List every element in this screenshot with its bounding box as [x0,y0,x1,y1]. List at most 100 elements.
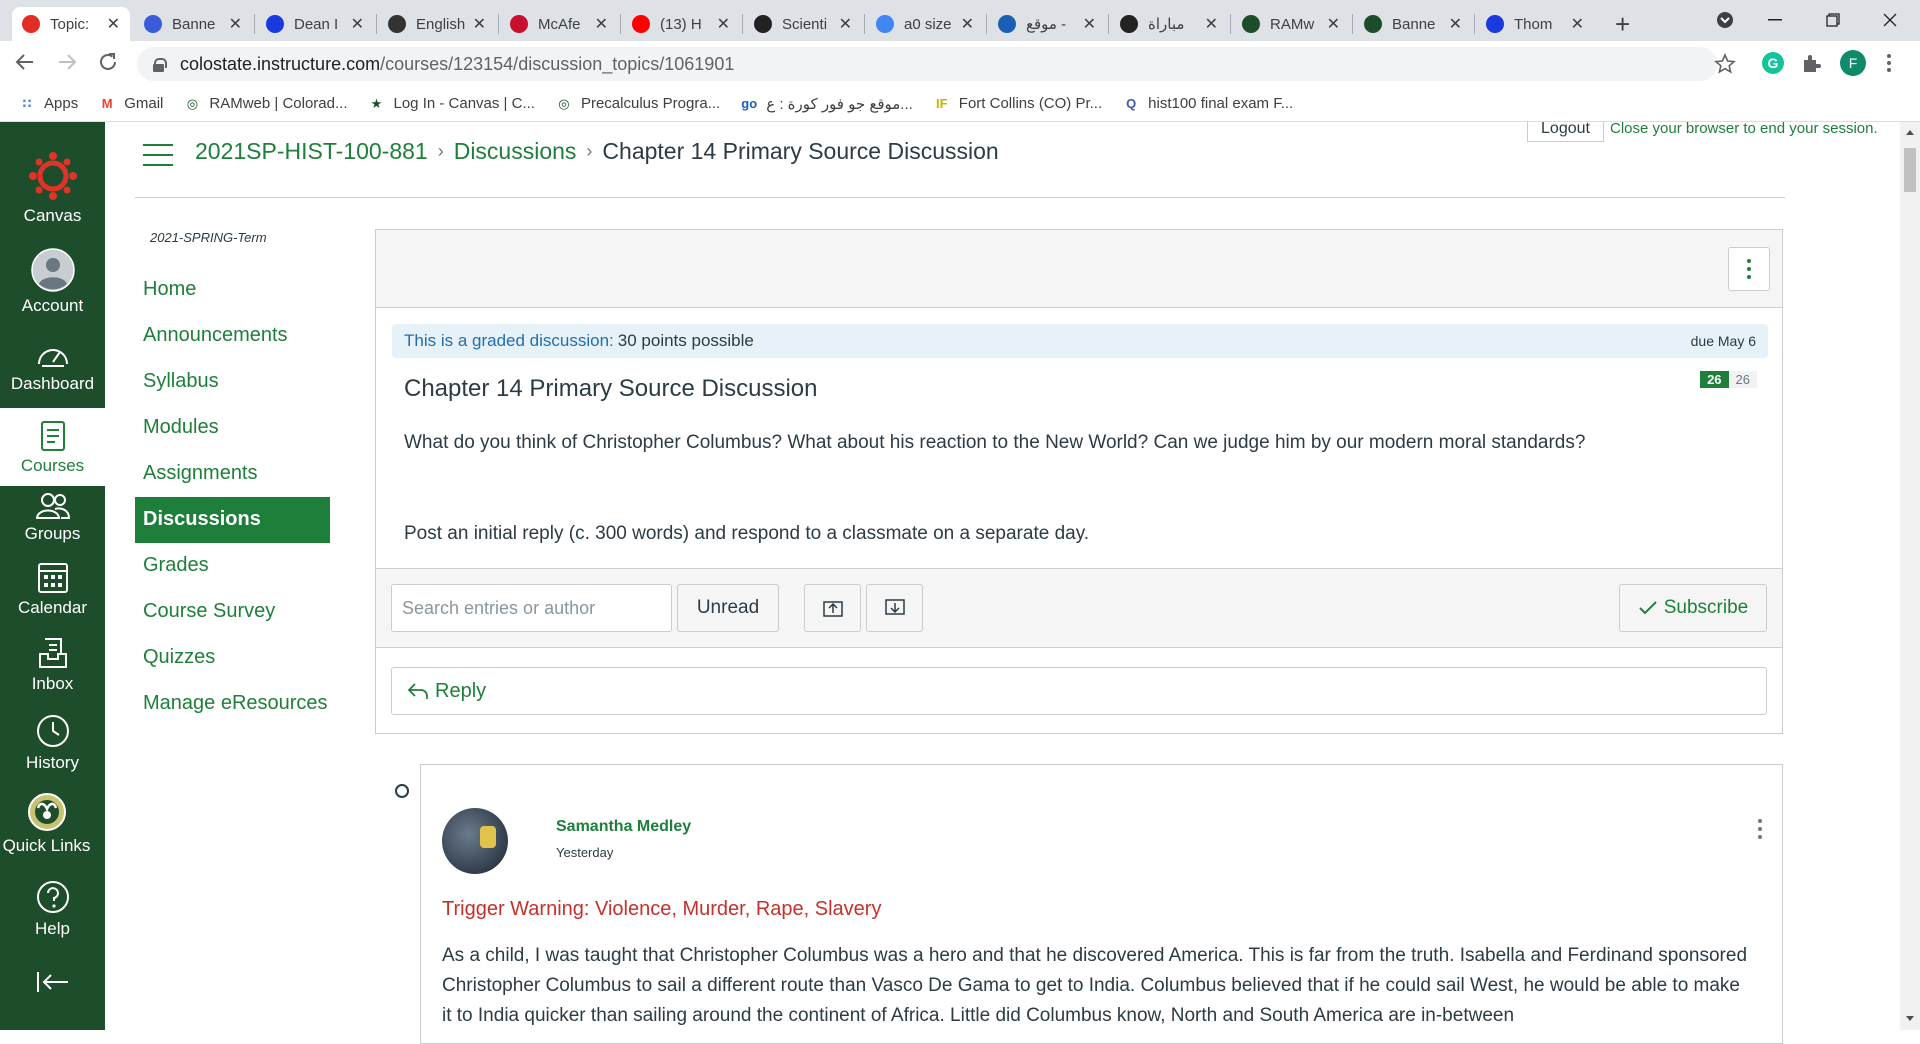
browser-tab[interactable]: Thom ✕ [1476,7,1594,41]
tab-close-icon[interactable]: ✕ [1083,14,1096,34]
forward-icon[interactable] [56,51,78,79]
scrollbar-thumb[interactable] [1904,148,1916,192]
tab-close-icon[interactable]: ✕ [595,14,608,34]
global-nav-inbox[interactable]: Inbox [0,636,105,694]
author-avatar[interactable] [442,808,508,874]
unread-badges: 26 26 [1700,371,1757,388]
global-nav-calendar[interactable]: Calendar [0,560,105,618]
subscribe-button[interactable]: Subscribe [1619,584,1767,632]
global-nav-history[interactable]: History [0,713,105,773]
inbox-label: Inbox [31,674,74,693]
browser-tab[interactable]: مباراة ✕ [1110,7,1228,41]
tab-close-icon[interactable]: ✕ [717,14,730,34]
tab-close-icon[interactable]: ✕ [961,14,974,34]
expand-replies-button[interactable] [866,584,923,632]
global-nav-dashboard[interactable]: Dashboard [0,342,105,394]
bookmark-item[interactable]: ◎ Precalculus Progra... [555,95,720,113]
discussion-title: Chapter 14 Primary Source Discussion [404,375,818,402]
tab-close-icon[interactable]: ✕ [1205,14,1218,34]
browser-tab[interactable]: Scienti ✕ [744,7,862,41]
browser-tab[interactable]: Banne ✕ [134,7,252,41]
browser-tab[interactable]: McAfe ✕ [500,7,618,41]
browser-menu-icon[interactable] [1886,53,1892,78]
dashboard-icon [37,349,68,367]
browser-tab[interactable]: RAMw ✕ [1232,7,1350,41]
entry-options-icon[interactable] [1758,817,1762,841]
reload-icon[interactable] [97,51,119,79]
breadcrumb-course-link[interactable]: 2021SP-HIST-100-881 [195,138,428,165]
tab-close-icon[interactable]: ✕ [473,14,486,34]
extensions-icon[interactable] [1800,52,1822,79]
global-nav-courses[interactable]: Courses [0,408,105,486]
entry-author[interactable]: Samantha Medley [556,818,691,836]
course-nav-quizzes[interactable]: Quizzes [135,635,330,681]
discussion-header [376,230,1782,308]
discussion-topic: This is a graded discussion: 30 points p… [375,229,1783,734]
grammarly-icon[interactable]: G [1762,52,1784,74]
collapse-nav-button[interactable] [0,970,105,998]
bookmark-item[interactable]: ◎ RAMweb | Colorad... [183,95,348,113]
course-nav-assignments[interactable]: Assignments [135,451,330,497]
scroll-down-icon[interactable] [1905,1015,1915,1023]
scroll-up-icon[interactable] [1905,128,1915,136]
bookmark-item[interactable]: IF Fort Collins (CO) Pr... [933,95,1102,113]
tab-search-icon[interactable] [1697,0,1753,40]
unread-filter-button[interactable]: Unread [677,584,779,632]
tab-favicon-icon [388,15,406,33]
collapse-replies-button[interactable] [804,584,861,632]
course-nav-discussions[interactable]: Discussions [135,497,330,543]
bookmark-star-icon[interactable] [1714,52,1736,80]
tab-close-icon[interactable]: ✕ [351,14,364,34]
bookmarks-bar: ∷ Apps M Gmail ◎ RAMweb | Colorad... ★ Log In -… [0,86,1920,122]
url-field[interactable]: colostate.instructure.com/courses/123154… [137,47,1717,81]
tab-title: Scienti [782,15,828,33]
global-nav-account[interactable]: Account [0,248,105,316]
tab-close-icon[interactable]: ✕ [1571,14,1584,34]
tab-close-icon[interactable]: ✕ [229,14,242,34]
global-nav-help[interactable]: Help [0,879,105,939]
canvas-logo-link[interactable]: Canvas [0,150,105,226]
lock-icon [153,57,167,72]
bookmark-item[interactable]: Qhist100 final exam F... [1122,95,1293,113]
course-nav-announcements[interactable]: Announcements [135,313,330,359]
browser-tab[interactable]: a0 size ✕ [866,7,984,41]
browser-tab[interactable]: English ✕ [378,7,496,41]
breadcrumb-discussions-link[interactable]: Discussions [454,138,577,165]
tab-favicon-icon [1486,15,1504,33]
browser-tab[interactable]: (13) H ✕ [622,7,740,41]
course-nav-home[interactable]: Home [135,267,330,313]
tab-close-icon[interactable]: ✕ [1327,14,1340,34]
course-nav-course-survey[interactable]: Course Survey [135,589,330,635]
browser-tab[interactable]: Topic: ✕ [12,7,130,41]
bookmark-item[interactable]: ∷ Apps [18,95,78,113]
restore-icon[interactable] [1805,0,1861,40]
minimize-icon[interactable] [1747,0,1803,40]
tab-close-icon[interactable]: ✕ [839,14,852,34]
global-nav-groups[interactable]: Groups [0,492,105,544]
browser-tab[interactable]: Banne ✕ [1354,7,1472,41]
browser-tab[interactable]: موقع - ✕ [988,7,1106,41]
tab-close-icon[interactable]: ✕ [107,14,120,34]
course-nav-manage-eresources[interactable]: Manage eResources [135,681,330,727]
global-nav-quick-links[interactable]: Quick Links [0,792,99,856]
url-path: /courses/123154/discussion_topics/106190… [380,53,735,74]
tab-title: (13) H [660,15,702,33]
page-scrollbar[interactable] [1900,122,1920,1030]
browser-tab[interactable]: Dean I ✕ [256,7,374,41]
read-state-indicator[interactable] [395,784,409,798]
bookmark-item[interactable]: M Gmail [98,95,164,113]
back-icon[interactable] [14,51,36,79]
course-nav-syllabus[interactable]: Syllabus [135,359,330,405]
search-entries-input[interactable] [391,584,672,632]
tab-close-icon[interactable]: ✕ [1449,14,1462,34]
course-menu-toggle[interactable] [143,144,173,166]
topic-options-button[interactable] [1728,247,1770,291]
new-tab-button[interactable]: + [1605,7,1640,41]
course-nav-modules[interactable]: Modules [135,405,330,451]
close-window-icon[interactable] [1862,0,1918,40]
reply-button[interactable]: Reply [391,667,1767,715]
profile-avatar[interactable]: F [1840,50,1866,76]
course-nav-grades[interactable]: Grades [135,543,330,589]
bookmark-item[interactable]: go موقع جو فور كورة : ع... [740,95,913,113]
bookmark-item[interactable]: ★ Log In - Canvas | C... [368,95,535,113]
